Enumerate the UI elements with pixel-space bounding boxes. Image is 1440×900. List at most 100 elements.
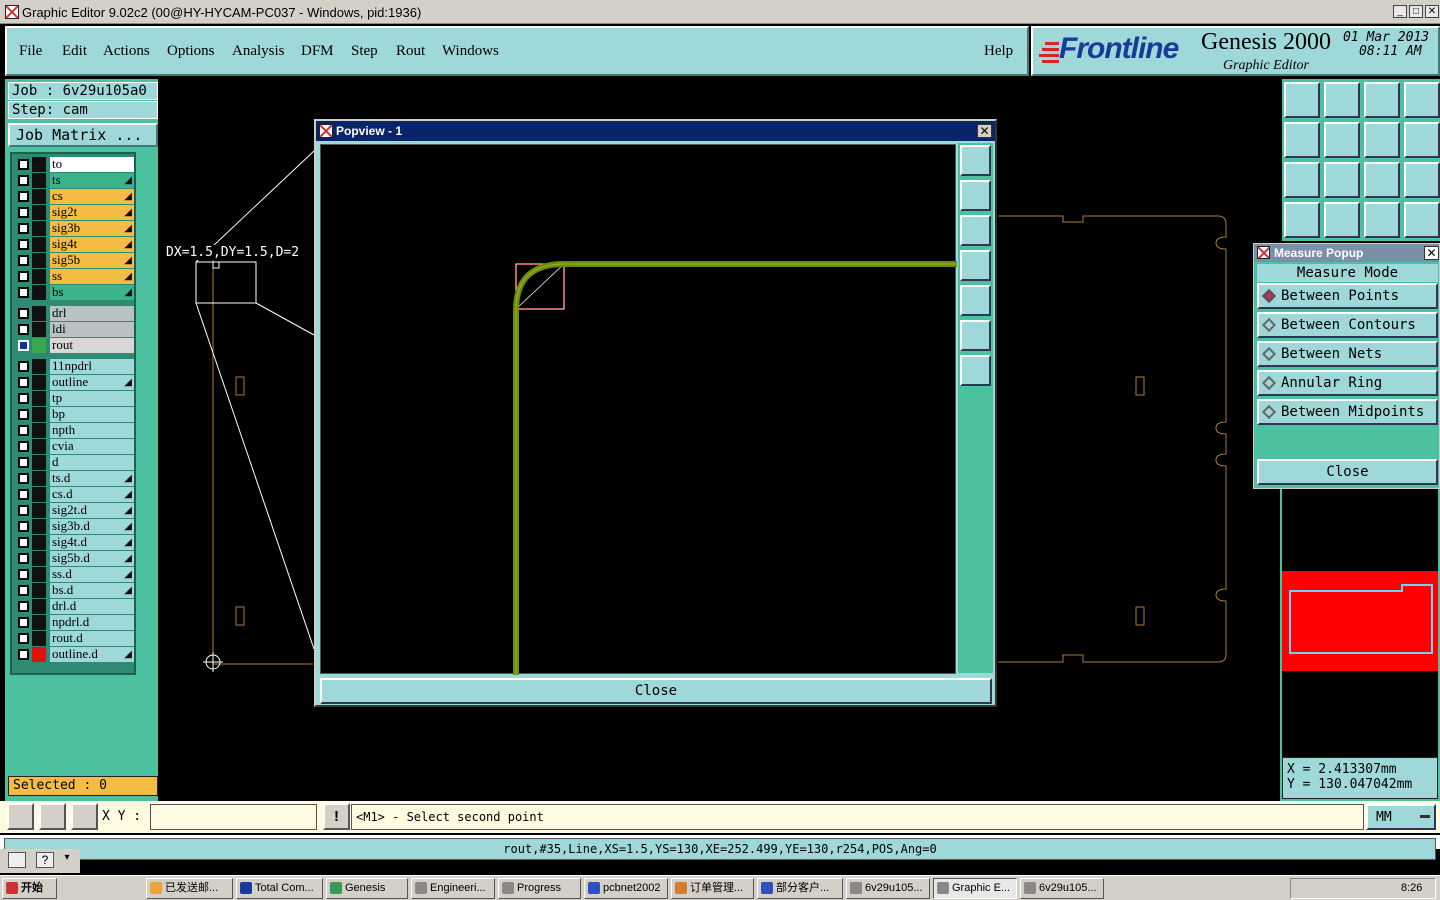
layer-name[interactable]: cs.d [50,487,134,502]
layer-name[interactable]: sig3b.d [50,519,134,534]
layer-name[interactable]: d [50,455,134,470]
export-icon[interactable] [1324,122,1360,158]
layer-name[interactable]: ss.d [50,567,134,582]
layer-name[interactable]: sig2t [50,205,134,220]
layer-color-swatch[interactable] [32,551,46,566]
menu-dfm[interactable]: DFM [301,43,334,60]
measure-option-between-midpoints[interactable]: Between Midpoints [1257,399,1438,425]
start-button[interactable]: 开始 [2,878,57,899]
measure-icon[interactable] [1324,202,1360,238]
layer-checkbox[interactable] [18,207,29,218]
taskbar-item[interactable]: Total Com... [236,878,323,899]
measure-option-between-contours[interactable]: Between Contours [1257,312,1438,338]
pan-down-icon[interactable] [960,215,991,246]
measure-close-icon[interactable]: ✕ [1424,246,1439,260]
layer-checkbox[interactable] [18,553,29,564]
help-query-icon[interactable] [1404,162,1440,198]
layer-name[interactable]: outline [50,375,134,390]
minimize-button[interactable]: _ [1393,5,1407,18]
layer-name[interactable]: bs [50,285,134,300]
layer-name[interactable]: to [50,157,134,172]
snap-icon[interactable] [7,803,34,830]
layer-row-sig2t[interactable]: sig2t ◢ [14,205,134,220]
layer-name[interactable]: npdrl.d [50,615,134,630]
overview-map[interactable] [1282,571,1438,671]
menu-help[interactable]: Help [984,43,1013,60]
help-icon[interactable]: ? [36,852,54,868]
layer-row-ss.d[interactable]: ss.d ◢ [14,567,134,582]
menu-windows[interactable]: Windows [442,43,499,60]
layer-row-11npdrl[interactable]: 11npdrl [14,359,134,374]
layer-row-outline[interactable]: outline ◢ [14,375,134,390]
layer-color-swatch[interactable] [32,221,46,236]
layer-name[interactable]: cvia [50,439,134,454]
grid-icon[interactable] [71,803,98,830]
xy-input[interactable] [150,804,317,830]
measure-close-button[interactable]: Close [1257,459,1438,485]
layer-color-swatch[interactable] [32,535,46,550]
layer-color-swatch[interactable] [32,322,46,337]
layer-row-npdrl.d[interactable]: npdrl.d [14,615,134,630]
layer-checkbox[interactable] [18,425,29,436]
pan-right-icon[interactable] [960,285,991,316]
units-select[interactable]: MM [1366,804,1436,830]
layer-checkbox[interactable] [18,377,29,388]
taskbar-item[interactable]: pcbnet2002 [584,878,668,899]
taskbar-item[interactable]: Genesis [326,878,408,899]
layer-row-sig3b[interactable]: sig3b ◢ [14,221,134,236]
layer-checkbox[interactable] [18,191,29,202]
layer-checkbox[interactable] [18,633,29,644]
dropdown-icon[interactable]: ▾ [60,852,74,868]
layer-color-swatch[interactable] [32,375,46,390]
layer-checkbox[interactable] [18,489,29,500]
taskbar-item[interactable]: Progress [498,878,581,899]
zoom-home-icon[interactable] [960,145,991,176]
layer-name[interactable]: drl [50,306,134,321]
layer-color-swatch[interactable] [32,407,46,422]
layer-row-cs.d[interactable]: cs.d ◢ [14,487,134,502]
popview-canvas[interactable] [320,144,957,675]
layer-color-swatch[interactable] [32,567,46,582]
save-down-icon[interactable] [1324,82,1360,118]
taskbar-item[interactable]: 订单管理... [671,878,754,899]
layer-color-swatch[interactable] [32,157,46,172]
layer-name[interactable]: npth [50,423,134,438]
layer-checkbox[interactable] [18,340,29,351]
layer-name[interactable]: ss [50,269,134,284]
layer-row-rout.d[interactable]: rout.d [14,631,134,646]
layer-checkbox[interactable] [18,569,29,580]
home-icon[interactable] [1364,82,1400,118]
pan-left-icon[interactable] [960,250,991,281]
layer-row-drl[interactable]: drl [14,306,134,321]
zoom-fit-icon[interactable] [1284,162,1320,198]
layer-name[interactable]: ts [50,173,134,188]
taskbar-item[interactable]: 6v29u105... [1020,878,1104,899]
measure-option-annular-ring[interactable]: Annular Ring [1257,370,1438,396]
layer-checkbox[interactable] [18,617,29,628]
taskbar-item[interactable]: 已发送邮... [146,878,233,899]
layer-checkbox[interactable] [18,271,29,282]
layer-name[interactable]: 11npdrl [50,359,134,374]
layer-name[interactable]: outline.d [50,647,134,662]
layer-color-swatch[interactable] [32,338,46,353]
layer-config-icon[interactable] [1364,202,1400,238]
layer-checkbox[interactable] [18,308,29,319]
layer-name[interactable]: cs [50,189,134,204]
layer-color-swatch[interactable] [32,237,46,252]
layer-color-swatch[interactable] [32,631,46,646]
layer-checkbox[interactable] [18,223,29,234]
layer-name[interactable]: rout.d [50,631,134,646]
layer-checkbox[interactable] [18,239,29,250]
zoom-in-icon[interactable] [960,320,991,351]
menu-options[interactable]: Options [167,43,215,60]
drc-icon[interactable] [1404,202,1440,238]
layer-row-cs[interactable]: cs ◢ [14,189,134,204]
layer-name[interactable]: sig3b [50,221,134,236]
layer-color-swatch[interactable] [32,487,46,502]
layer-checkbox[interactable] [18,537,29,548]
keyboard-icon[interactable] [8,852,26,868]
menu-edit[interactable]: Edit [62,43,87,60]
layer-color-swatch[interactable] [32,455,46,470]
layer-row-bp[interactable]: bp [14,407,134,422]
layer-color-swatch[interactable] [32,269,46,284]
